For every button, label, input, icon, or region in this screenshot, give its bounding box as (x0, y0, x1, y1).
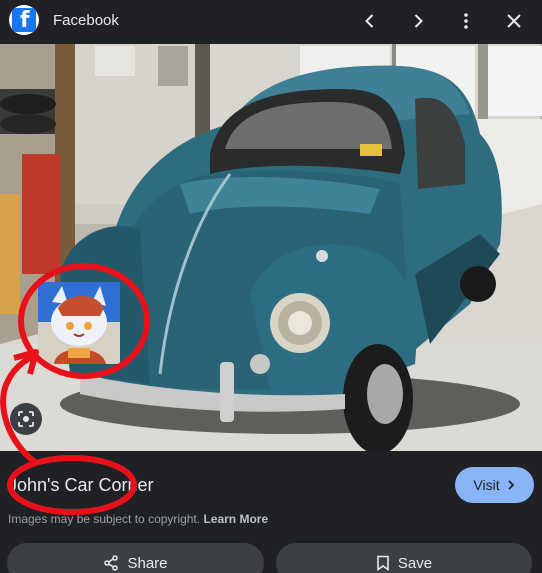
share-label: Share (127, 554, 168, 572)
facebook-logo-letter: f (20, 8, 30, 33)
chevron-right-icon (414, 14, 423, 28)
more-vert-icon (464, 13, 468, 29)
learn-more-link[interactable]: Learn More (203, 512, 268, 526)
copyright-text: Images may be subject to copyright. (8, 512, 201, 526)
more-options-button[interactable] (451, 6, 481, 36)
site-name[interactable]: Facebook (53, 12, 119, 29)
lens-icon (18, 411, 34, 427)
share-icon (104, 555, 119, 571)
avatar (38, 282, 120, 364)
previous-button[interactable] (355, 6, 385, 36)
facebook-logo-icon: f (9, 5, 39, 35)
close-button[interactable] (499, 6, 529, 36)
next-button[interactable] (403, 6, 433, 36)
visit-button[interactable]: Visit (455, 467, 534, 503)
close-icon (507, 14, 521, 28)
bookmark-icon (377, 555, 389, 571)
chevron-right-icon (507, 480, 514, 490)
save-button[interactable]: Save (276, 543, 532, 573)
lens-button[interactable] (10, 403, 42, 435)
chevron-left-icon (365, 14, 374, 28)
result-image[interactable] (0, 44, 542, 451)
page-title[interactable]: John's Car Corner (8, 475, 154, 496)
save-label: Save (397, 554, 433, 572)
visit-label: Visit (473, 477, 500, 493)
viewer-header: f Facebook (0, 0, 542, 44)
share-button[interactable]: Share (7, 543, 264, 573)
result-info-panel: John's Car Corner Visit Images may be su… (0, 451, 542, 573)
vw-beetle-photo (0, 44, 542, 451)
copyright-notice: Images may be subject to copyright. Lear… (8, 512, 268, 526)
